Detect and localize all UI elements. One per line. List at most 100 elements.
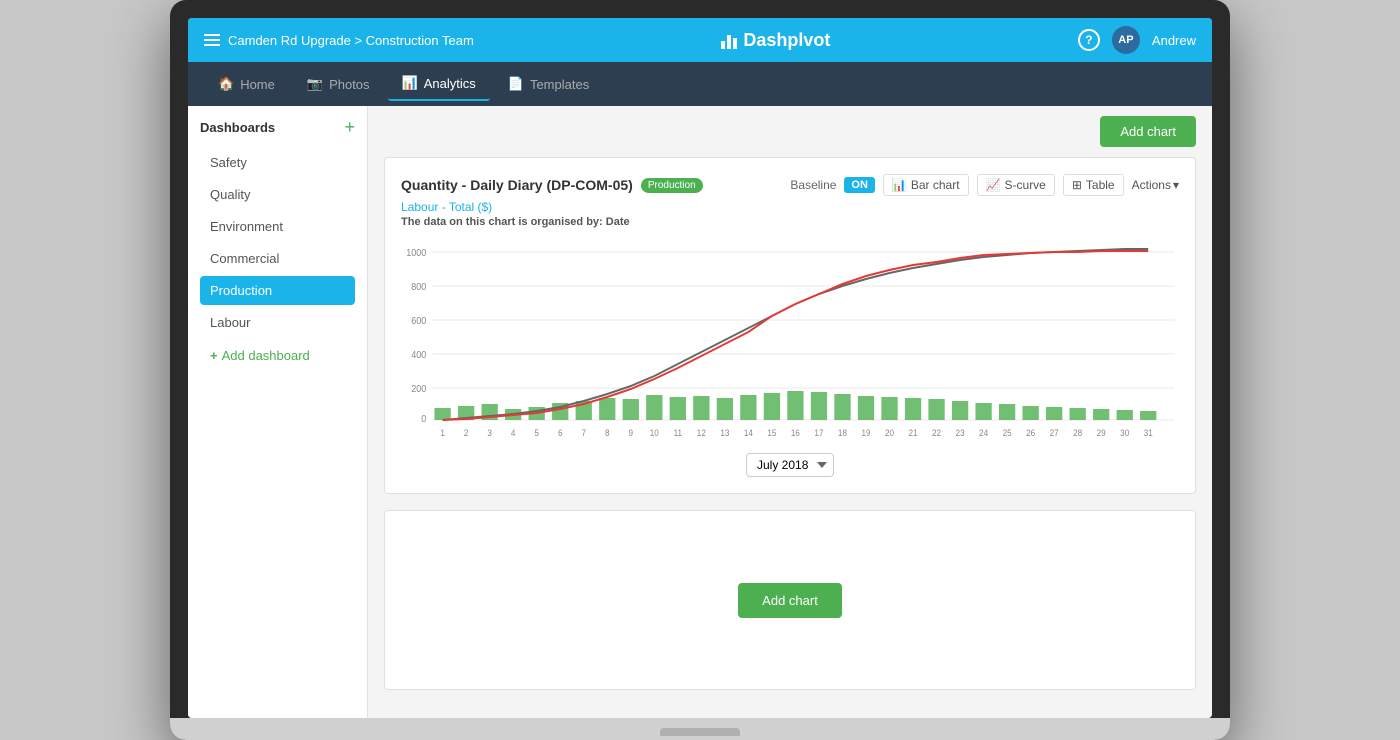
svg-text:21: 21 <box>909 428 918 438</box>
svg-text:27: 27 <box>1050 428 1059 438</box>
svg-text:26: 26 <box>1026 428 1035 438</box>
svg-text:19: 19 <box>861 428 870 438</box>
nav-label-home: Home <box>240 77 275 92</box>
svg-text:600: 600 <box>411 316 426 328</box>
analytics-icon: 📊 <box>402 75 418 91</box>
svg-text:12: 12 <box>697 428 706 438</box>
sidebar-item-labour[interactable]: Labour <box>200 308 355 337</box>
help-button[interactable]: ? <box>1078 29 1100 51</box>
nav-bar: 🏠 Home 📷 Photos 📊 Analytics 📄 Templates <box>188 62 1212 106</box>
sidebar-header: Dashboards + <box>200 118 355 136</box>
svg-text:15: 15 <box>767 428 776 438</box>
chart-org-by: Date <box>606 216 630 228</box>
chart-header: Quantity - Daily Diary (DP-COM-05) Produ… <box>401 174 1179 196</box>
sidebar-item-safety[interactable]: Safety <box>200 148 355 177</box>
add-chart-center-button[interactable]: Add chart <box>738 583 842 618</box>
app-logo: Dashplvot <box>721 30 830 51</box>
chart-svg: 1000 800 600 400 200 0 <box>401 238 1179 438</box>
svg-text:22: 22 <box>932 428 941 438</box>
svg-text:10: 10 <box>650 428 659 438</box>
avatar: AP <box>1112 26 1140 54</box>
svg-text:28: 28 <box>1073 428 1082 438</box>
month-select-dropdown[interactable]: July 2018 <box>746 453 834 477</box>
actions-button[interactable]: Actions ▾ <box>1132 178 1179 192</box>
baseline-label: Baseline <box>790 178 836 192</box>
chart-area: 1000 800 600 400 200 0 <box>401 238 1179 443</box>
baseline-on-badge[interactable]: ON <box>844 177 875 193</box>
sidebar-add-button[interactable]: + <box>344 118 355 136</box>
sidebar-item-environment[interactable]: Environment <box>200 212 355 241</box>
sidebar: Dashboards + Safety Quality Environment … <box>188 106 368 718</box>
scurve-button[interactable]: 📈 S-curve <box>977 174 1055 196</box>
svg-text:1: 1 <box>440 428 445 438</box>
sidebar-item-commercial[interactable]: Commercial <box>200 244 355 273</box>
chevron-down-icon: ▾ <box>1173 178 1179 192</box>
empty-chart-card: Add chart <box>384 510 1196 690</box>
svg-text:29: 29 <box>1097 428 1106 438</box>
chart-subtitle: Labour - Total ($) <box>401 200 1179 214</box>
table-button[interactable]: ⊞ Table <box>1063 174 1124 196</box>
svg-text:8: 8 <box>605 428 610 438</box>
add-dashboard-label: Add dashboard <box>222 348 310 363</box>
photos-icon: 📷 <box>307 76 323 92</box>
svg-text:1000: 1000 <box>406 248 426 260</box>
add-dashboard-button[interactable]: + Add dashboard <box>200 341 355 370</box>
hamburger-menu[interactable] <box>204 34 220 46</box>
content-header: Add chart <box>368 106 1212 157</box>
svg-text:9: 9 <box>629 428 634 438</box>
sidebar-title: Dashboards <box>200 120 275 135</box>
sidebar-item-production[interactable]: Production <box>200 276 355 305</box>
breadcrumb: Camden Rd Upgrade > Construction Team <box>228 33 474 48</box>
nav-label-templates: Templates <box>530 77 589 92</box>
svg-text:18: 18 <box>838 428 847 438</box>
main-layout: Dashboards + Safety Quality Environment … <box>188 106 1212 718</box>
top-bar-right: ? AP Andrew <box>1078 26 1196 54</box>
chart-card: Quantity - Daily Diary (DP-COM-05) Produ… <box>384 157 1196 494</box>
svg-text:16: 16 <box>791 428 800 438</box>
nav-item-analytics[interactable]: 📊 Analytics <box>388 67 490 101</box>
svg-text:23: 23 <box>956 428 965 438</box>
table-icon: ⊞ <box>1072 178 1082 192</box>
nav-item-photos[interactable]: 📷 Photos <box>293 68 384 100</box>
user-name: Andrew <box>1152 33 1196 48</box>
svg-text:11: 11 <box>674 428 683 438</box>
nav-item-home[interactable]: 🏠 Home <box>204 68 289 100</box>
bar-chart-icon: 📊 <box>892 178 907 192</box>
svg-text:7: 7 <box>581 428 586 438</box>
svg-text:5: 5 <box>534 428 539 438</box>
svg-text:6: 6 <box>558 428 563 438</box>
top-bar-left: Camden Rd Upgrade > Construction Team <box>204 33 474 48</box>
chart-title-group: Quantity - Daily Diary (DP-COM-05) Produ… <box>401 177 703 193</box>
svg-text:200: 200 <box>411 384 426 396</box>
top-bar: Camden Rd Upgrade > Construction Team Da… <box>188 18 1212 62</box>
svg-text:30: 30 <box>1120 428 1129 438</box>
home-icon: 🏠 <box>218 76 234 92</box>
nav-item-templates[interactable]: 📄 Templates <box>494 68 603 100</box>
svg-text:4: 4 <box>511 428 516 438</box>
sidebar-item-quality[interactable]: Quality <box>200 180 355 209</box>
chart-org-text: The data on this chart is organised by: … <box>401 216 1179 228</box>
svg-text:3: 3 <box>487 428 492 438</box>
logo-icon <box>721 31 737 49</box>
chart-title: Quantity - Daily Diary (DP-COM-05) <box>401 177 633 193</box>
logo-text: Dashplvot <box>743 30 830 51</box>
svg-text:13: 13 <box>720 428 729 438</box>
month-selector: July 2018 <box>401 453 1179 477</box>
nav-label-photos: Photos <box>329 77 369 92</box>
svg-text:31: 31 <box>1144 428 1153 438</box>
svg-text:14: 14 <box>744 428 753 438</box>
svg-text:800: 800 <box>411 282 426 294</box>
bar-chart-button[interactable]: 📊 Bar chart <box>883 174 969 196</box>
svg-text:25: 25 <box>1003 428 1012 438</box>
svg-text:2: 2 <box>464 428 469 438</box>
add-chart-button[interactable]: Add chart <box>1100 116 1196 147</box>
svg-text:20: 20 <box>885 428 894 438</box>
svg-text:0: 0 <box>421 414 426 426</box>
nav-label-analytics: Analytics <box>424 76 476 91</box>
svg-text:24: 24 <box>979 428 988 438</box>
chart-controls: Baseline ON 📊 Bar chart 📈 S-curve <box>790 174 1179 196</box>
templates-icon: 📄 <box>508 76 524 92</box>
svg-text:17: 17 <box>814 428 823 438</box>
scurve-icon: 📈 <box>986 178 1001 192</box>
add-dashboard-icon: + <box>210 348 218 363</box>
